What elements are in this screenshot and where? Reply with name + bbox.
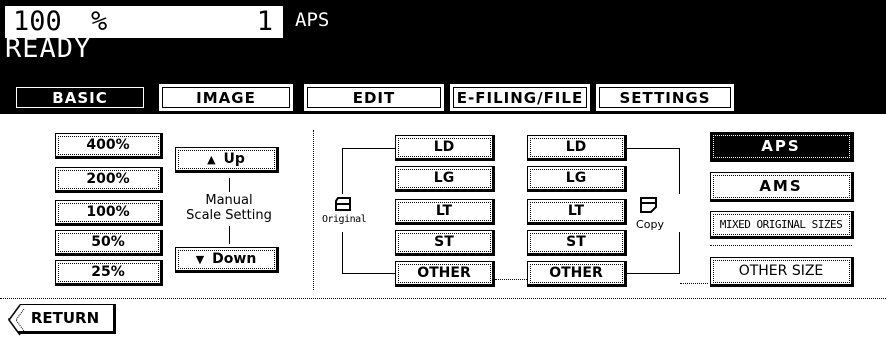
aps-button[interactable]: APS bbox=[710, 132, 854, 162]
return-arrow-icon bbox=[8, 304, 25, 336]
original-bracket bbox=[342, 148, 395, 149]
zoom-50-button[interactable]: 50% bbox=[55, 230, 163, 256]
copy-bracket bbox=[627, 148, 680, 149]
triangle-up-icon: ▲ bbox=[207, 152, 216, 166]
scale-connector bbox=[229, 178, 230, 192]
zoom-400-button[interactable]: 400% bbox=[55, 133, 163, 159]
copy-label: Copy bbox=[636, 218, 664, 231]
tab-label: E-FILING/FILE bbox=[456, 88, 584, 107]
tab-settings[interactable]: SETTINGS bbox=[595, 83, 735, 112]
paper-mode-indicator: APS bbox=[295, 9, 330, 31]
button-label: APS bbox=[761, 137, 801, 155]
button-label: ST bbox=[566, 234, 586, 250]
copy-bracket bbox=[679, 148, 680, 194]
copy-size-ld[interactable]: LD bbox=[527, 135, 627, 161]
copy-size-other[interactable]: OTHER bbox=[527, 261, 627, 287]
tab-label: IMAGE bbox=[196, 88, 256, 107]
other-size-button[interactable]: OTHER SIZE bbox=[710, 257, 854, 287]
machine-status: READY bbox=[5, 33, 92, 64]
zoom-down-button[interactable]: ▼ Down bbox=[175, 247, 279, 273]
tab-basic[interactable]: BASIC bbox=[12, 83, 148, 112]
original-size-lt[interactable]: LT bbox=[395, 199, 495, 225]
original-size-lg[interactable]: LG bbox=[395, 166, 495, 192]
original-label: Original bbox=[322, 214, 367, 225]
button-label: OTHER bbox=[417, 265, 471, 281]
manual-label-line1: Manual bbox=[205, 193, 253, 208]
copy-size-lt[interactable]: LT bbox=[527, 199, 627, 225]
original-size-st[interactable]: ST bbox=[395, 230, 495, 256]
button-label: AMS bbox=[759, 177, 803, 195]
button-label: 400% bbox=[86, 137, 130, 153]
original-size-other[interactable]: OTHER bbox=[395, 261, 495, 287]
button-label: 50% bbox=[91, 234, 125, 250]
button-label: MIXED ORIGINAL SIZES bbox=[719, 217, 843, 231]
zoom-200-button[interactable]: 200% bbox=[55, 167, 163, 193]
button-label: Up bbox=[223, 151, 245, 167]
tab-image[interactable]: IMAGE bbox=[158, 83, 294, 112]
ams-button[interactable]: AMS bbox=[710, 172, 854, 202]
tab-e-filing-file[interactable]: E-FILING/FILE bbox=[449, 83, 591, 112]
original-bracket bbox=[342, 273, 395, 274]
status-header: 100 % 1 APS READY BASIC IMAGE EDIT E-FIL… bbox=[0, 0, 886, 114]
section-divider bbox=[313, 130, 314, 290]
button-label: ST bbox=[434, 234, 454, 250]
tab-label: SETTINGS bbox=[619, 88, 711, 107]
button-label: LT bbox=[435, 203, 453, 219]
tab-label: EDIT bbox=[352, 88, 396, 107]
other-size-connector bbox=[680, 283, 708, 284]
zoom-up-button[interactable]: ▲ Up bbox=[175, 147, 279, 173]
button-label: LT bbox=[567, 203, 585, 219]
scale-connector bbox=[229, 226, 230, 244]
button-label: 200% bbox=[86, 171, 130, 187]
button-label: OTHER bbox=[549, 265, 603, 281]
button-label: 100% bbox=[86, 204, 130, 220]
copy-size-st[interactable]: ST bbox=[527, 230, 627, 256]
zoom-100-button[interactable]: 100% bbox=[55, 200, 163, 226]
button-label: LD bbox=[565, 139, 587, 155]
original-bracket bbox=[342, 232, 343, 274]
copy-size-lg[interactable]: LG bbox=[527, 166, 627, 192]
ratio-unit: % bbox=[91, 6, 108, 37]
triangle-down-icon: ▼ bbox=[195, 252, 205, 266]
original-document-icon bbox=[333, 196, 353, 211]
tab-label: BASIC bbox=[52, 88, 108, 107]
mode-divider bbox=[710, 245, 852, 246]
copy-bracket bbox=[627, 273, 680, 274]
manual-scale-label: Manual Scale Setting bbox=[172, 193, 286, 223]
mixed-original-sizes-button[interactable]: MIXED ORIGINAL SIZES bbox=[710, 211, 854, 239]
button-label: Down bbox=[212, 251, 257, 267]
original-size-ld[interactable]: LD bbox=[395, 135, 495, 161]
bottom-divider bbox=[0, 298, 886, 299]
button-label: LD bbox=[433, 139, 455, 155]
manual-label-line2: Scale Setting bbox=[186, 208, 272, 223]
tab-edit[interactable]: EDIT bbox=[303, 83, 445, 112]
button-label: LG bbox=[433, 170, 455, 186]
size-connector bbox=[495, 279, 527, 280]
copy-document-icon bbox=[640, 197, 658, 213]
button-label: 25% bbox=[91, 264, 125, 280]
copy-bracket bbox=[679, 232, 680, 274]
copies-count: 1 bbox=[256, 6, 273, 37]
zoom-25-button[interactable]: 25% bbox=[55, 260, 163, 286]
button-label: OTHER SIZE bbox=[738, 263, 824, 279]
original-bracket bbox=[342, 148, 343, 194]
button-label: LG bbox=[565, 170, 587, 186]
